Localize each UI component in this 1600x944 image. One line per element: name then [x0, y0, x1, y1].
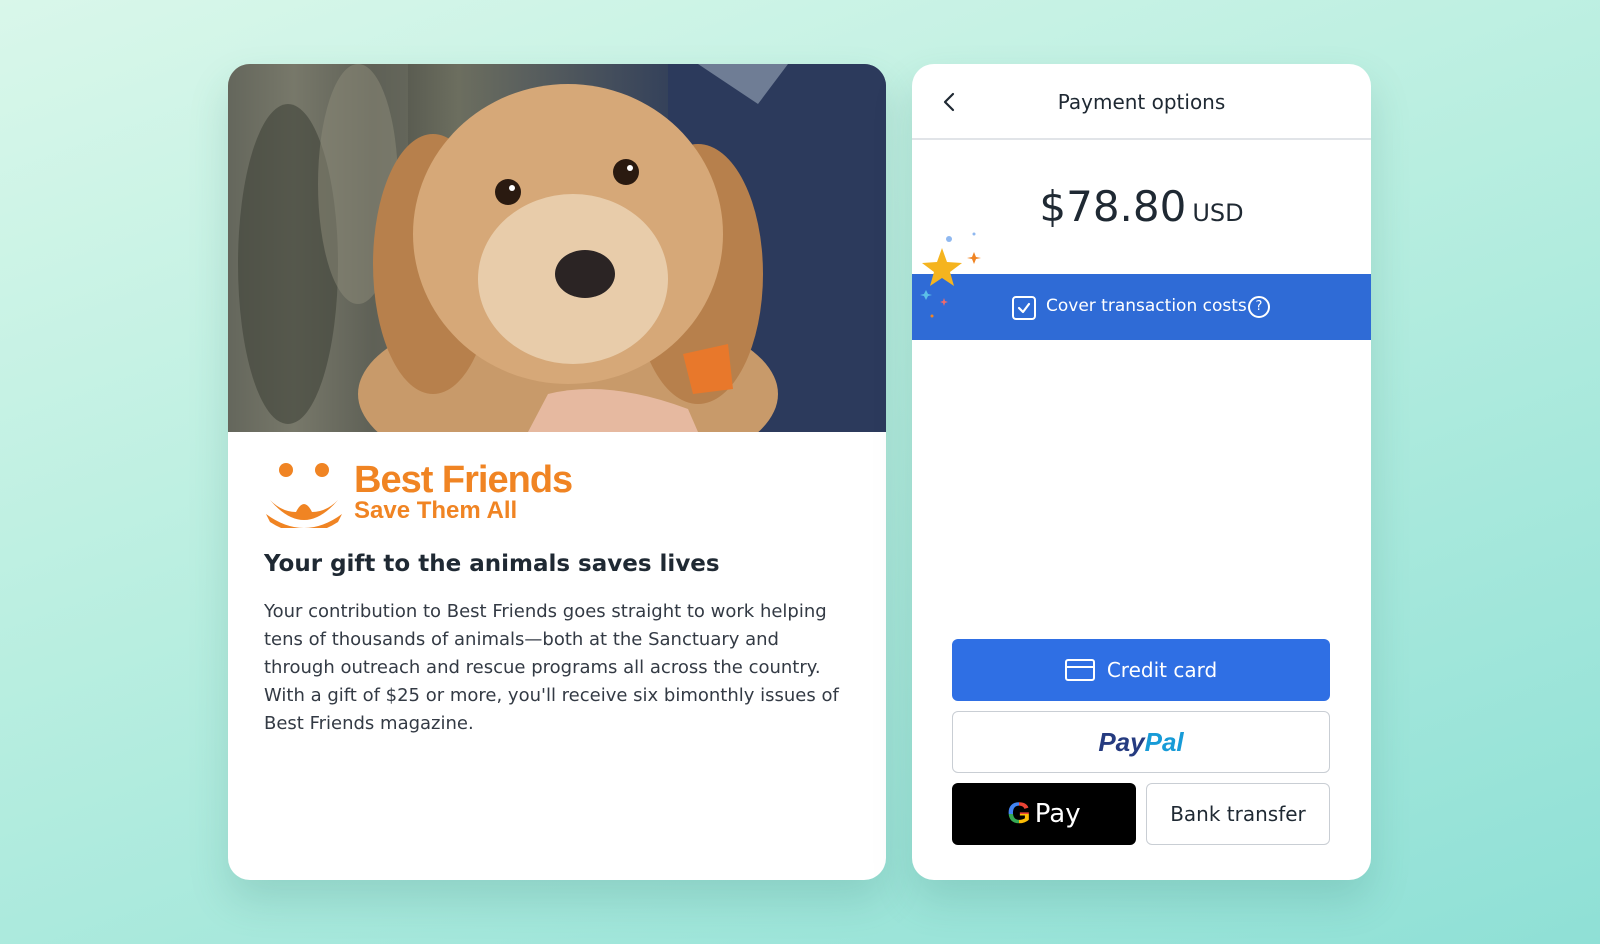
question-circle-icon[interactable]: ? — [1248, 296, 1270, 318]
payment-panel: Payment options $78.80 USD Cover transact… — [912, 64, 1371, 880]
cover-costs-label: Cover transaction costs — [1046, 296, 1247, 316]
paypal-text-pal: Pal — [1144, 726, 1184, 757]
payment-header: Payment options — [912, 64, 1371, 140]
best-friends-logo: Best Friends Save Them All — [264, 459, 604, 533]
checkbox-checked-icon[interactable] — [1012, 296, 1036, 320]
logo-title: Best Friends — [354, 459, 573, 501]
paypal-text-pay: Pay — [1098, 726, 1145, 757]
paypal-logo: PayPal — [1098, 727, 1183, 758]
campaign-description: Your contribution to Best Friends goes s… — [264, 601, 839, 734]
amount-value: $78.80 — [1039, 182, 1187, 231]
bank-transfer-button[interactable]: Bank transfer — [1146, 783, 1330, 845]
credit-card-button[interactable]: Credit card — [952, 639, 1330, 701]
google-pay-label: Pay — [1034, 799, 1081, 829]
donation-amount: $78.80 USD — [912, 182, 1371, 231]
paw-face-logo-icon — [266, 463, 342, 533]
google-g-icon: G — [1007, 797, 1031, 830]
amount-currency: USD — [1192, 199, 1244, 227]
sparkle-stars-icon — [920, 232, 981, 318]
google-pay-button[interactable]: G Pay — [952, 783, 1136, 845]
payment-title: Payment options — [1057, 90, 1226, 114]
campaign-heading: Your gift to the animals saves lives — [264, 551, 720, 577]
credit-card-label: Credit card — [1106, 658, 1218, 682]
logo-tagline: Save Them All — [354, 497, 518, 524]
dog-photo — [228, 64, 886, 432]
bank-transfer-label: Bank transfer — [1170, 802, 1306, 826]
campaign-card: Best Friends Save Them All Your gift to … — [228, 64, 886, 880]
credit-card-icon — [1064, 659, 1095, 681]
paypal-button[interactable]: PayPal — [952, 711, 1330, 773]
